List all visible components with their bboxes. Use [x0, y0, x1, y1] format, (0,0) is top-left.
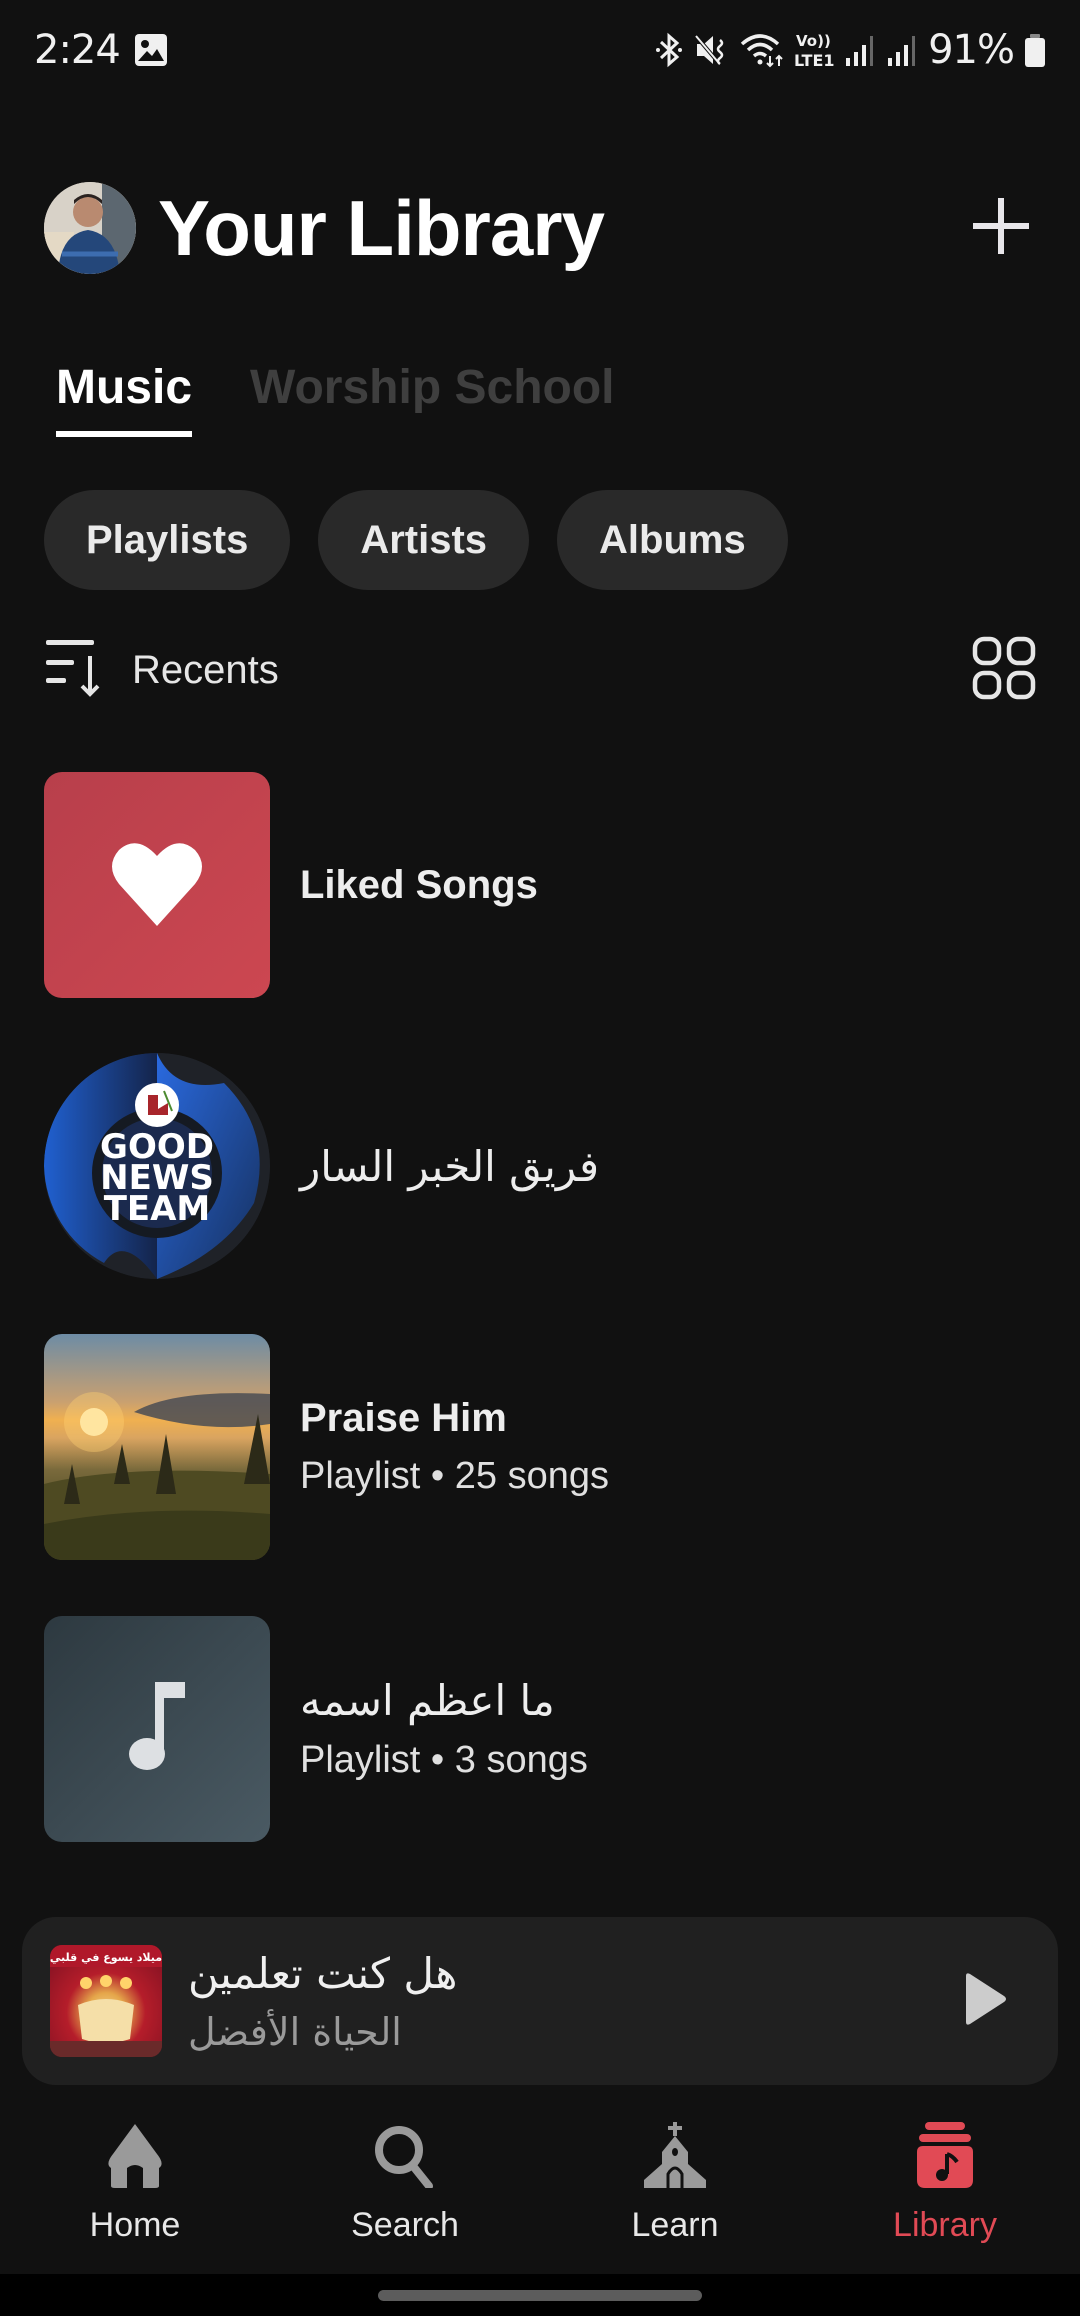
grid-view-icon — [972, 636, 1036, 704]
item-text: Praise Him Playlist • 25 songs — [300, 1396, 609, 1498]
library-header: Your Library — [44, 180, 1036, 276]
now-playing-title: هل كنت تعلمين — [188, 1948, 458, 1998]
sunset-landscape-image — [44, 1334, 270, 1560]
home-icon — [103, 2118, 167, 2188]
svg-text:Vo)): Vo)) — [796, 32, 831, 50]
home-gesture-bar[interactable] — [378, 2290, 702, 2301]
filter-chips: Playlists Artists Albums — [44, 490, 788, 590]
page-title: Your Library — [158, 183, 605, 272]
battery-icon — [1024, 32, 1046, 68]
item-text: ما اعظم اسمه Playlist • 3 songs — [300, 1676, 588, 1782]
nav-library[interactable]: Library — [810, 2100, 1080, 2274]
nav-home[interactable]: Home — [0, 2100, 270, 2274]
user-avatar[interactable] — [44, 182, 136, 274]
battery-percent: 91% — [928, 27, 1015, 73]
filter-chip-artists[interactable]: Artists — [318, 490, 530, 590]
library-tabs: Music Worship School — [56, 360, 614, 437]
library-item-ma-aazam-ismuh[interactable]: ما اعظم اسمه Playlist • 3 songs — [44, 1616, 1036, 1842]
item-text: فريق الخبر السار — [300, 1142, 599, 1191]
nav-label: Search — [351, 2206, 459, 2244]
library-item-liked-songs[interactable]: Liked Songs — [44, 772, 1036, 998]
mute-icon — [694, 32, 730, 68]
sort-button[interactable]: Recents — [44, 638, 279, 703]
nav-label: Library — [893, 2206, 997, 2244]
item-title: ما اعظم اسمه — [300, 1676, 555, 1725]
status-bar: 2:24 Vo)) LTE1 91% — [0, 0, 1080, 100]
signal-sim1-icon — [844, 32, 876, 68]
status-time: 2:24 — [34, 27, 121, 73]
bluetooth-icon — [654, 32, 684, 68]
sort-descending-icon — [44, 638, 104, 703]
library-item-good-news-team[interactable]: GOOD NEWS TEAM فريق الخبر السار — [44, 1053, 1036, 1279]
music-note-icon — [127, 1681, 187, 1777]
gnt-logo-word-3: TEAM — [104, 1189, 211, 1229]
tab-music[interactable]: Music — [56, 360, 193, 437]
library-item-praise-him[interactable]: Praise Him Playlist • 25 songs — [44, 1334, 1036, 1560]
volte-lte1-icon: Vo)) LTE1 — [794, 31, 834, 69]
sort-label: Recents — [132, 647, 279, 692]
church-icon — [642, 2118, 708, 2188]
filter-chip-playlists[interactable]: Playlists — [44, 490, 291, 590]
item-title: Liked Songs — [300, 862, 538, 907]
sort-row: Recents — [44, 630, 1036, 710]
nav-learn[interactable]: Learn — [540, 2100, 810, 2274]
library-list: Liked Songs GOOD NEWS TEAM فريق الخبر ال… — [44, 772, 1036, 1898]
now-playing-text: هل كنت تعلمين الحياة الأفضل — [188, 1949, 457, 2054]
mini-player[interactable]: ميلاد يسوع في قلبي هل كنت تعلمين الحياة … — [22, 1917, 1058, 2085]
item-title: Praise Him — [300, 1396, 507, 1440]
wifi-icon — [740, 32, 784, 68]
grid-view-toggle[interactable] — [972, 636, 1036, 705]
item-title: فريق الخبر السار — [300, 1141, 600, 1191]
good-news-team-logo: GOOD NEWS TEAM — [44, 1053, 270, 1279]
nav-label: Learn — [631, 2206, 719, 2244]
nav-label: Home — [89, 2206, 181, 2244]
svg-text:LTE1: LTE1 — [794, 51, 834, 69]
tab-worship-school[interactable]: Worship School — [250, 360, 614, 437]
gallery-notification-icon — [134, 33, 168, 67]
now-playing-artist: الحياة الأفضل — [188, 2009, 402, 2054]
heart-icon — [109, 838, 205, 933]
play-icon — [962, 1972, 1008, 2031]
now-playing-album-art: ميلاد يسوع في قلبي — [50, 1945, 162, 2057]
signal-sim2-icon — [886, 32, 918, 68]
library-icon — [913, 2118, 977, 2188]
filter-chip-albums[interactable]: Albums — [557, 490, 788, 590]
plus-icon — [973, 197, 1029, 259]
status-left: 2:24 — [34, 27, 168, 73]
status-right: Vo)) LTE1 91% — [654, 27, 1046, 73]
bottom-navigation: Home Search Learn Library — [0, 2100, 1080, 2274]
playlist-placeholder-art — [44, 1616, 270, 1842]
play-button[interactable] — [940, 1956, 1030, 2046]
album-art-caption: ميلاد يسوع في قلبي — [50, 1951, 162, 1964]
liked-songs-art — [44, 772, 270, 998]
item-text: Liked Songs — [300, 863, 538, 908]
item-subtitle: Playlist • 3 songs — [300, 1739, 588, 1781]
nav-search[interactable]: Search — [270, 2100, 540, 2274]
item-subtitle: Playlist • 25 songs — [300, 1455, 610, 1497]
add-button[interactable] — [966, 193, 1036, 263]
search-icon — [373, 2118, 437, 2188]
